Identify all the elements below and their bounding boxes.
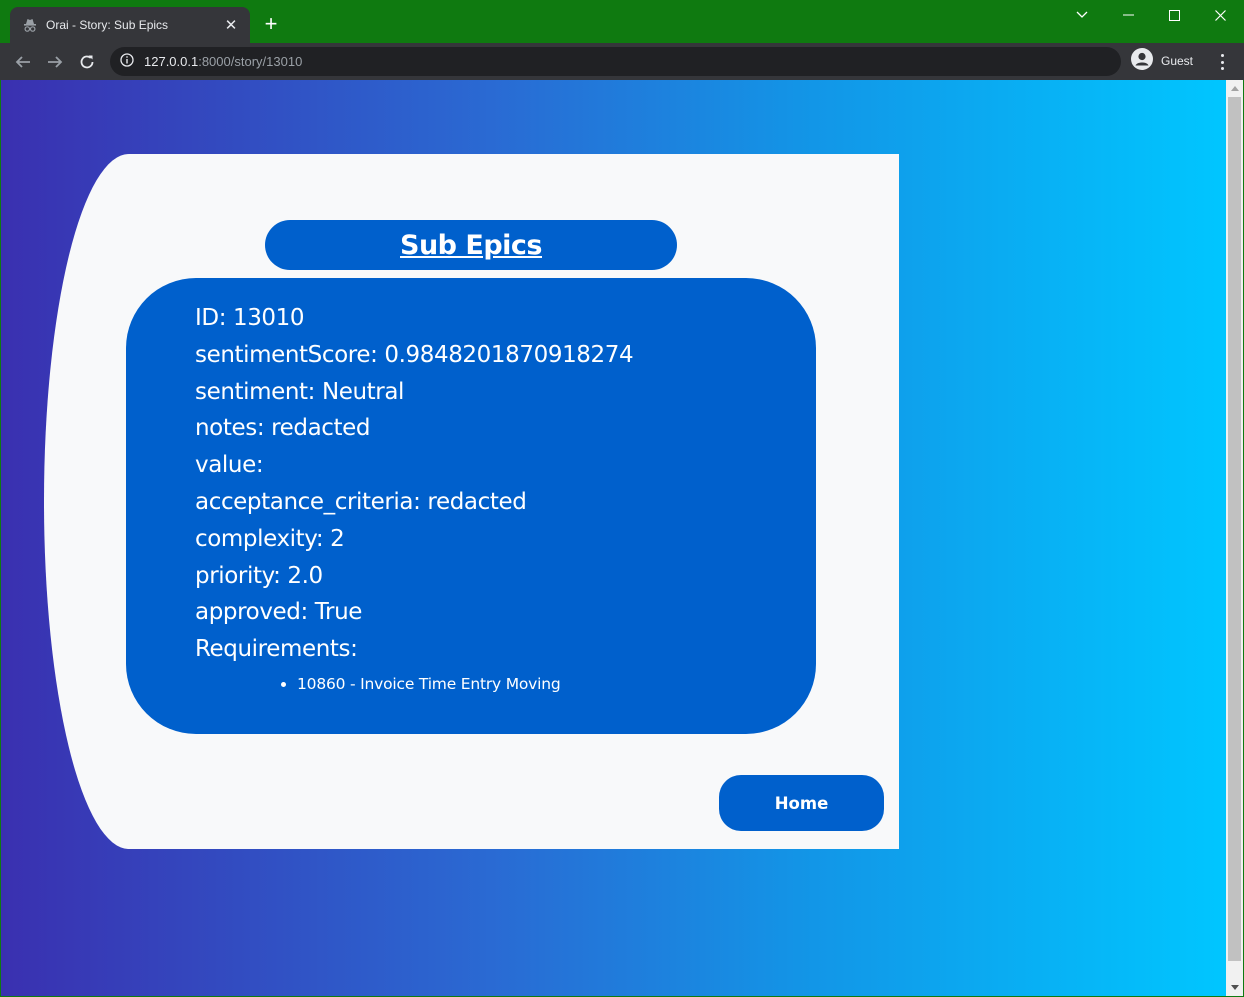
tab-title: Orai - Story: Sub Epics	[46, 18, 169, 32]
browser-toolbar: 127.0.0.1:8000/story/13010 Guest	[0, 43, 1244, 80]
browser-menu-icon[interactable]	[1212, 51, 1232, 73]
scroll-up-icon[interactable]	[1226, 80, 1243, 97]
field-priority: priority: 2.0	[195, 562, 323, 589]
browser-titlebar: Orai - Story: Sub Epics ✕ +	[0, 0, 1244, 43]
story-details: ID: 13010 sentimentScore: 0.984820187091…	[126, 278, 816, 734]
close-tab-icon[interactable]: ✕	[222, 16, 240, 34]
forward-arrow-icon[interactable]	[42, 49, 68, 75]
field-sentiment-score: sentimentScore: 0.9848201870918274	[195, 341, 634, 368]
scrollbar[interactable]	[1226, 80, 1243, 996]
scroll-thumb[interactable]	[1228, 97, 1241, 961]
requirements-list: 10860 - Invoice Time Entry Moving	[297, 672, 816, 696]
field-approved: approved: True	[195, 599, 363, 626]
incognito-icon	[24, 18, 36, 32]
browser-tab[interactable]: Orai - Story: Sub Epics ✕	[10, 7, 250, 43]
field-notes: notes: redacted	[195, 415, 371, 442]
list-item: 10860 - Invoice Time Entry Moving	[297, 672, 816, 696]
reload-icon[interactable]	[74, 49, 100, 75]
info-icon[interactable]	[120, 52, 134, 71]
profile-button[interactable]: Guest	[1131, 48, 1193, 74]
new-tab-icon[interactable]: +	[259, 12, 283, 36]
avatar-icon	[1131, 48, 1153, 74]
scroll-down-icon[interactable]	[1226, 979, 1243, 996]
url-text: 127.0.0.1:8000/story/13010	[144, 54, 303, 69]
maximize-icon[interactable]	[1151, 0, 1197, 30]
requirements-label: Requirements:	[195, 636, 358, 663]
tab-search-icon[interactable]	[1059, 0, 1105, 30]
field-sentiment: sentiment: Neutral	[195, 378, 405, 405]
profile-label: Guest	[1161, 54, 1194, 68]
close-window-icon[interactable]	[1197, 0, 1243, 30]
field-id: ID: 13010	[195, 305, 305, 331]
field-complexity: complexity: 2	[195, 525, 345, 552]
page-title: Sub Epics	[400, 229, 543, 261]
back-arrow-icon[interactable]	[10, 49, 36, 75]
minimize-icon[interactable]	[1105, 0, 1151, 30]
heading-pill: Sub Epics	[265, 220, 677, 270]
address-bar[interactable]: 127.0.0.1:8000/story/13010	[110, 47, 1121, 76]
field-value: value:	[195, 452, 264, 479]
page-viewport: Sub Epics ID: 13010 sentimentScore: 0.98…	[1, 80, 1226, 996]
field-acceptance-criteria: acceptance_criteria: redacted	[195, 488, 527, 515]
home-button[interactable]: Home	[719, 775, 884, 831]
